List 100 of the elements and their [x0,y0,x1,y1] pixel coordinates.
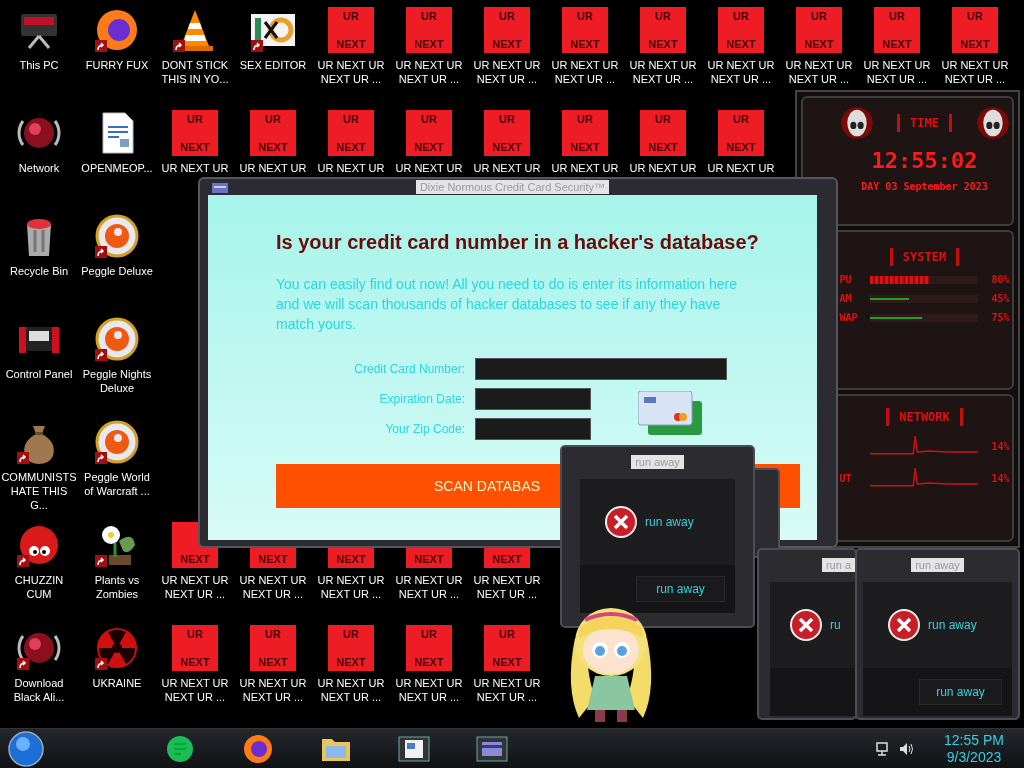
run-away-button[interactable]: run away [919,679,1002,705]
taskbar-clock[interactable]: 12:55 PM 9/3/2023 [936,731,1012,766]
tile-text: NEXT [336,141,366,154]
icon-label: UR NEXT UR NEXT UR ... [160,573,230,601]
tile-icon[interactable]: UR NEXT [640,7,686,53]
field-label: Expiration Date: [378,392,465,406]
tile-text: NEXT [336,656,366,669]
tile-text: UR [265,113,281,126]
tile-text: UR [655,10,671,23]
ball-icon[interactable] [93,315,141,363]
tile-icon[interactable]: UR NEXT [406,7,452,53]
tile-text: UR [967,10,983,23]
icon-label: UR NEXT UR [316,161,386,175]
icon-label: DONT STICK THIS IN YO... [160,58,230,86]
tile-icon[interactable]: UR NEXT [718,7,764,53]
graph-label: UT [839,472,853,484]
icon-label: UR NEXT UR NEXT UR ... [394,58,464,86]
tile-text: NEXT [336,38,366,51]
tile-text: NEXT [648,38,678,51]
tile-text: UR [733,10,749,23]
icon-label: Peggle Deluxe [80,264,154,278]
alien-head-icon [975,106,1010,140]
tile-icon[interactable]: UR NEXT [562,110,608,156]
tile-text: UR [421,113,437,126]
icon-label: Control Panel [4,367,74,381]
icon-label: UR NEXT UR NEXT UR ... [784,58,854,86]
tile-icon[interactable]: UR NEXT [562,7,608,53]
icon-label: CHUZZIN CUM [13,573,65,601]
input-field[interactable] [475,388,591,410]
window-title: run away [911,558,964,572]
tile-icon[interactable]: UR NEXT [484,110,530,156]
run-away-button[interactable]: run away [636,576,725,602]
icon-label: UR NEXT UR [706,161,776,175]
ball-icon[interactable] [93,418,141,466]
meter-reading: 80% [990,274,1010,285]
browser-icon[interactable] [242,732,274,765]
tile-icon[interactable]: UR NEXT [952,7,998,53]
tile-text: NEXT [258,656,288,669]
tile-icon[interactable]: UR NEXT [250,110,296,156]
start-button[interactable] [8,730,44,767]
icon-label: UR NEXT UR NEXT UR ... [706,58,776,86]
tile-text: UR [499,10,515,23]
icon-label: UR NEXT UR NEXT UR ... [628,58,698,86]
tile-text: UR [343,628,359,641]
tile-text: NEXT [726,141,756,154]
tile-icon[interactable]: UR NEXT [172,625,218,671]
icon-label: UR NEXT UR NEXT UR ... [550,58,620,86]
icon-label: UR NEXT UR [238,161,308,175]
icon-label: UR NEXT UR NEXT UR ... [394,676,464,704]
tile-icon[interactable]: UR NEXT [328,625,374,671]
meter-label: PU [839,274,853,285]
tile-icon[interactable]: UR NEXT [328,110,374,156]
ball-icon[interactable] [93,212,141,260]
icon-label: UR NEXT UR [550,161,620,175]
tile-text: NEXT [180,141,210,154]
input-field[interactable] [475,358,727,380]
meter-label: AM [839,293,853,304]
tile-icon[interactable]: UR NEXT [250,625,296,671]
icon-label: UR NEXT UR [394,161,464,175]
clock-date: DAY 03 September 2023 [861,181,988,192]
tile-icon[interactable]: UR NEXT [874,7,920,53]
tile-icon[interactable]: UR NEXT [796,7,842,53]
tile-text: NEXT [258,141,288,154]
field-label: Credit Card Number: [353,362,465,376]
icon-label: UKRAINE [91,676,143,690]
icon-label: OPENMEOP... [80,161,154,175]
clock-time: 12:55 PM [944,731,1004,749]
tile-icon[interactable]: UR NEXT [406,625,452,671]
tile-text: UR [187,628,203,641]
input-field[interactable] [475,418,591,440]
widget-title: SYSTEM [889,248,960,266]
icon-label: UR NEXT UR NEXT UR ... [238,573,308,601]
tile-icon[interactable]: UR NEXT [328,7,374,53]
tile-text: NEXT [492,38,522,51]
icon-label: UR NEXT UR NEXT UR ... [316,676,386,704]
tile-icon[interactable]: UR NEXT [640,110,686,156]
field-label: Your Zip Code: [384,422,465,436]
tile-text: NEXT [414,38,444,51]
tile-icon[interactable]: UR NEXT [406,110,452,156]
tile-icon[interactable]: UR NEXT [172,110,218,156]
tile-text: NEXT [414,656,444,669]
network-icon[interactable] [874,740,890,757]
alien-head-icon [839,106,874,140]
icon-label: Recycle Bin [8,264,70,278]
tile-text: UR [577,113,593,126]
icon-label: UR NEXT UR NEXT UR ... [472,573,542,601]
clock-time: 12:55:02 [871,148,978,173]
meter-reading: 45% [990,293,1010,304]
tile-icon[interactable]: UR NEXT [718,110,764,156]
tile-icon[interactable]: UR NEXT [484,625,530,671]
icon-label: UR NEXT UR NEXT UR ... [238,676,308,704]
icon-label: UR NEXT UR [628,161,698,175]
tile-text: NEXT [258,553,288,566]
tile-icon[interactable]: UR NEXT [484,7,530,53]
icon-label: Network [17,161,61,175]
description-text: You can easily find out now! All you need to do is enter its information here and we will scan thousands of hacker databases to see if any they have match yours. [276,275,738,334]
tile-text: UR [889,10,905,23]
tile-text: UR [187,113,203,126]
icon-label: FURRY FUX [84,58,150,72]
meter-reading: 75% [990,312,1010,323]
